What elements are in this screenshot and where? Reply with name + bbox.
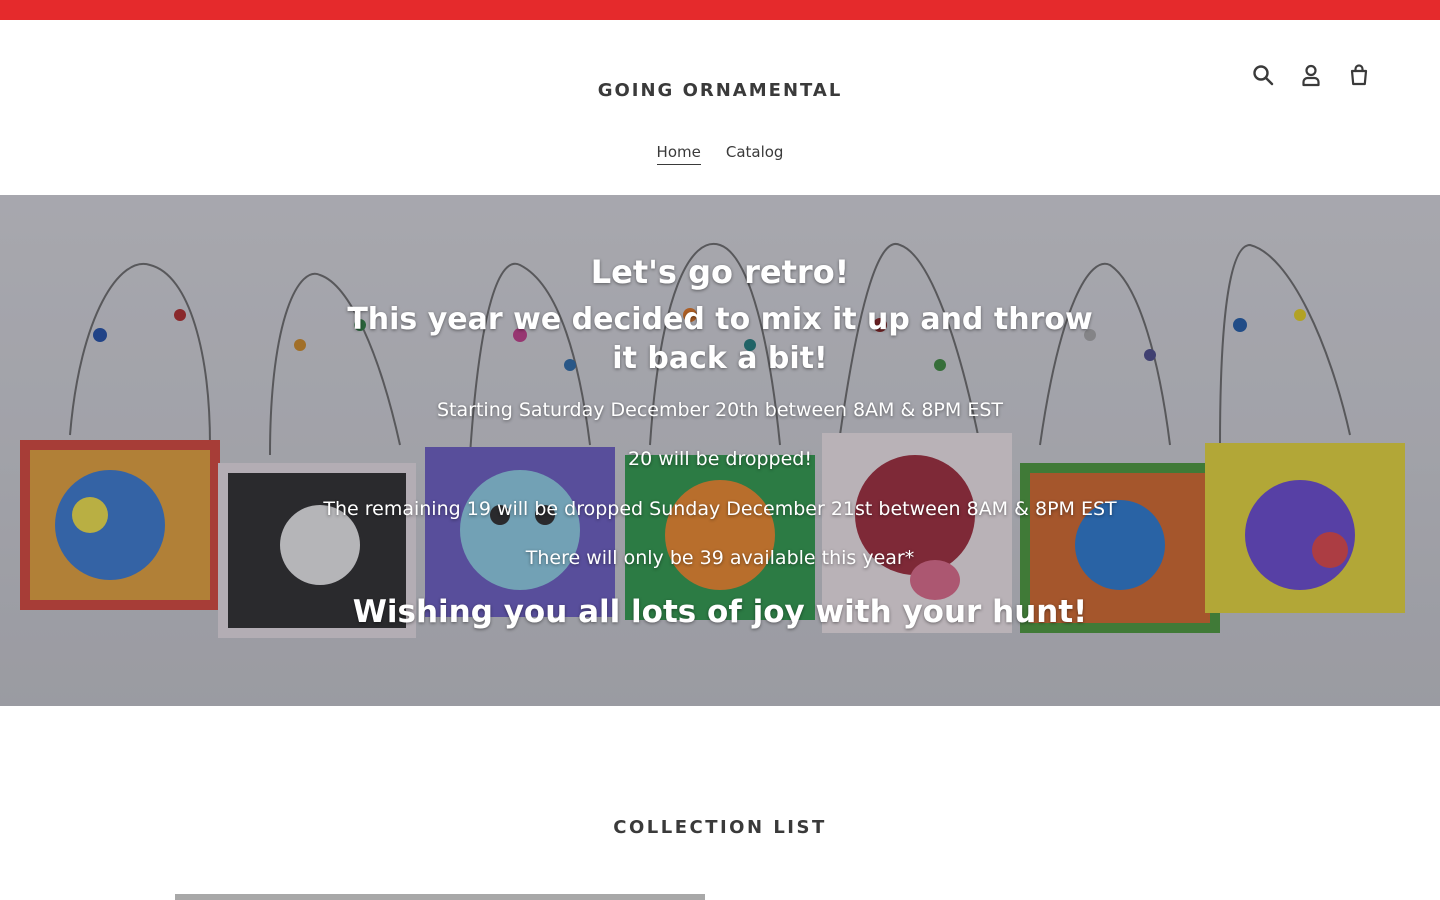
search-icon[interactable] <box>1250 62 1276 88</box>
site-header: GOING ORNAMENTAL Home Catalog <box>0 20 1440 195</box>
nav-catalog-link[interactable]: Catalog <box>726 142 784 165</box>
header-icons <box>1250 62 1372 88</box>
announcement-bar <box>0 0 1440 20</box>
main-nav: Home Catalog <box>0 142 1440 165</box>
hero-heading: Let's go retro! <box>590 253 850 291</box>
collection-card[interactable] <box>175 894 705 900</box>
cart-icon[interactable] <box>1346 62 1372 88</box>
site-logo[interactable]: GOING ORNAMENTAL <box>0 80 1440 101</box>
hero-text-line: The remaining 19 will be dropped Sunday … <box>323 498 1117 520</box>
hero-text-line: There will only be 39 available this yea… <box>525 547 915 569</box>
hero-text-line: Starting Saturday December 20th between … <box>437 399 1003 421</box>
account-icon[interactable] <box>1298 62 1324 88</box>
hero-text-line: 20 will be dropped! <box>628 448 812 470</box>
hero-banner: Let's go retro! This year we decided to … <box>0 195 1440 706</box>
collection-list-title: COLLECTION LIST <box>613 817 827 838</box>
hero-closing-heading: Wishing you all lots of joy with your hu… <box>352 594 1088 630</box>
nav-home-link[interactable]: Home <box>656 142 701 165</box>
hero-subheading: This year we decided to mix it up and th… <box>347 302 1093 376</box>
